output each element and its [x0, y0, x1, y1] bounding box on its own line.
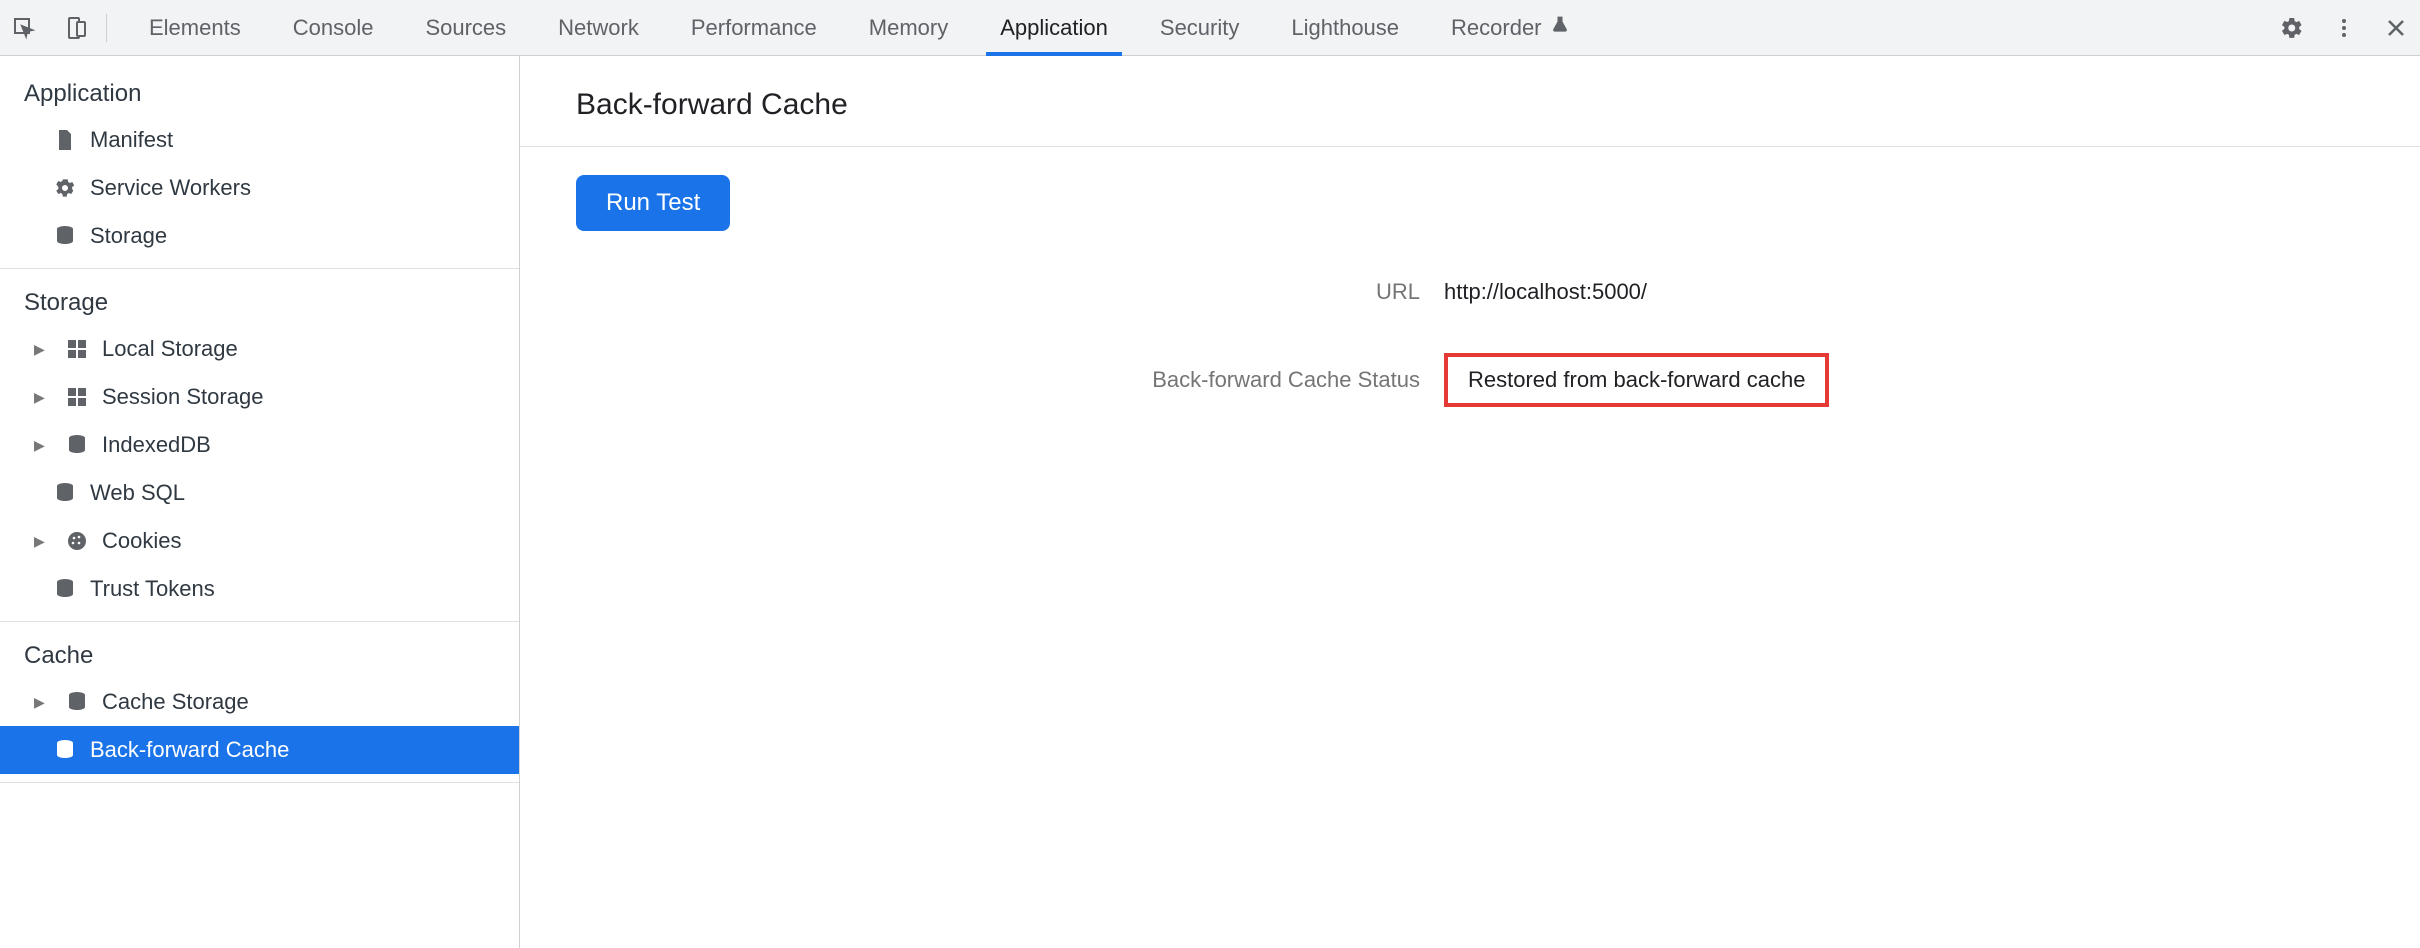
device-toolbar-icon[interactable] [62, 14, 90, 42]
tab-label: Network [558, 15, 639, 41]
sidebar-item-label: Service Workers [90, 175, 251, 201]
sidebar-item-websql[interactable]: Web SQL [0, 469, 519, 517]
expand-icon[interactable]: ▶ [34, 533, 52, 550]
sidebar-item-trust-tokens[interactable]: Trust Tokens [0, 565, 519, 613]
divider [0, 268, 519, 269]
close-icon[interactable] [2382, 14, 2410, 42]
database-icon [64, 689, 90, 715]
tab-label: Security [1160, 15, 1239, 41]
tab-label: Performance [691, 15, 817, 41]
tabs: Elements Console Sources Network Perform… [123, 0, 2278, 55]
tab-label: Memory [869, 15, 948, 41]
settings-icon[interactable] [2278, 14, 2306, 42]
divider [0, 782, 519, 783]
tab-lighthouse[interactable]: Lighthouse [1265, 0, 1425, 55]
url-value: http://localhost:5000/ [1444, 279, 2420, 305]
more-icon[interactable] [2330, 14, 2358, 42]
cookie-icon [64, 528, 90, 554]
sidebar-item-storage[interactable]: Storage [0, 212, 519, 260]
sidebar-item-cache-storage[interactable]: ▶ Cache Storage [0, 678, 519, 726]
run-test-button[interactable]: Run Test [576, 175, 730, 231]
sidebar-item-cookies[interactable]: ▶ Cookies [0, 517, 519, 565]
database-icon [52, 480, 78, 506]
tab-label: Lighthouse [1291, 15, 1399, 41]
file-icon [52, 127, 78, 153]
tab-application[interactable]: Application [974, 0, 1134, 55]
sidebar-item-local-storage[interactable]: ▶ Local Storage [0, 325, 519, 373]
main-panel: Back-forward Cache Run Test URL http://l… [520, 56, 2420, 948]
expand-icon[interactable]: ▶ [34, 341, 52, 358]
sidebar-item-label: Web SQL [90, 480, 185, 506]
application-sidebar: Application Manifest Service Workers Sto… [0, 56, 520, 948]
database-icon [52, 737, 78, 763]
inspect-icon[interactable] [10, 14, 38, 42]
sidebar-item-label: Session Storage [102, 384, 263, 410]
section-storage: Storage [0, 277, 519, 325]
status-value: Restored from back-forward cache [1444, 353, 1829, 407]
expand-icon[interactable]: ▶ [34, 389, 52, 406]
devtools-tabbar: Elements Console Sources Network Perform… [0, 0, 2420, 56]
tab-performance[interactable]: Performance [665, 0, 843, 55]
url-label: URL [1040, 279, 1420, 305]
page-title: Back-forward Cache [520, 80, 2420, 147]
tab-label: Console [293, 15, 374, 41]
tab-network[interactable]: Network [532, 0, 665, 55]
grid-icon [64, 384, 90, 410]
divider [0, 621, 519, 622]
tab-label: Sources [425, 15, 506, 41]
sidebar-item-label: Trust Tokens [90, 576, 215, 602]
tab-sources[interactable]: Sources [399, 0, 532, 55]
sidebar-item-label: IndexedDB [102, 432, 211, 458]
tab-elements[interactable]: Elements [123, 0, 267, 55]
sidebar-item-label: Manifest [90, 127, 173, 153]
sidebar-item-label: Cache Storage [102, 689, 249, 715]
tab-console[interactable]: Console [267, 0, 400, 55]
status-label: Back-forward Cache Status [790, 367, 1420, 393]
tab-label: Elements [149, 15, 241, 41]
sidebar-item-indexeddb[interactable]: ▶ IndexedDB [0, 421, 519, 469]
tab-recorder[interactable]: Recorder [1425, 0, 1595, 55]
expand-icon[interactable]: ▶ [34, 694, 52, 711]
sidebar-item-bfcache[interactable]: Back-forward Cache [0, 726, 519, 774]
tab-label: Application [1000, 15, 1108, 41]
gear-icon [52, 175, 78, 201]
tab-memory[interactable]: Memory [843, 0, 974, 55]
section-application: Application [0, 68, 519, 116]
expand-icon[interactable]: ▶ [34, 437, 52, 454]
flask-icon [1550, 15, 1570, 41]
sidebar-item-label: Storage [90, 223, 167, 249]
sidebar-item-service-workers[interactable]: Service Workers [0, 164, 519, 212]
tab-label: Recorder [1451, 15, 1541, 41]
database-icon [64, 432, 90, 458]
divider [106, 14, 107, 42]
sidebar-item-label: Local Storage [102, 336, 238, 362]
database-icon [52, 223, 78, 249]
sidebar-item-session-storage[interactable]: ▶ Session Storage [0, 373, 519, 421]
grid-icon [64, 336, 90, 362]
sidebar-item-manifest[interactable]: Manifest [0, 116, 519, 164]
sidebar-item-label: Back-forward Cache [90, 737, 289, 763]
section-cache: Cache [0, 630, 519, 678]
tab-security[interactable]: Security [1134, 0, 1265, 55]
database-icon [52, 576, 78, 602]
sidebar-item-label: Cookies [102, 528, 181, 554]
